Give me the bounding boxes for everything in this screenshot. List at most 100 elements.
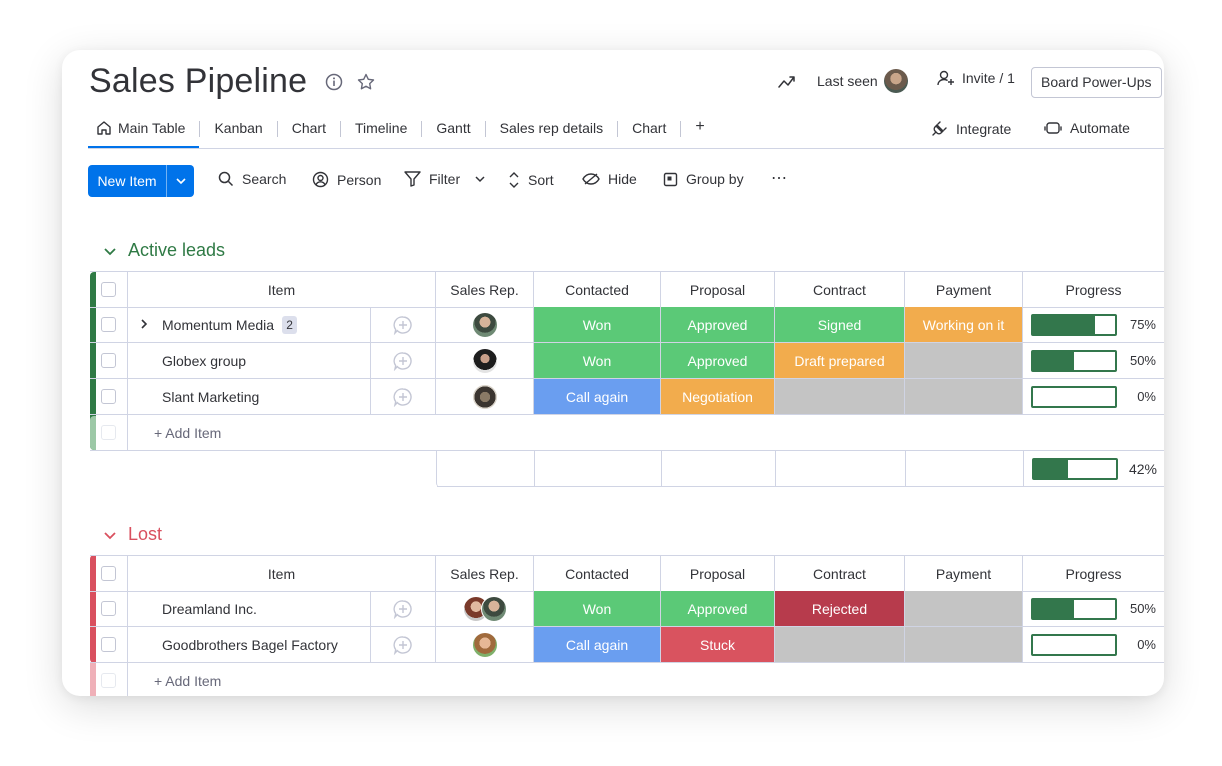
status-contract[interactable]: Draft prepared [775,343,905,379]
tab-kanban[interactable]: Kanban [200,114,276,148]
table-row[interactable]: Momentum Media 2 Won Approved Signed Wor… [90,307,1164,343]
row-select-cell[interactable] [90,627,128,663]
automate-button[interactable]: Automate [1044,120,1130,136]
group-lost-title[interactable]: Lost [102,524,162,545]
col-contract[interactable]: Contract [775,272,905,308]
tab-gantt[interactable]: Gantt [422,114,484,148]
sales-rep-cell[interactable] [436,591,534,627]
sales-rep-cell[interactable] [436,627,534,663]
item-cell[interactable]: Momentum Media 2 [128,307,370,343]
row-checkbox[interactable] [101,317,116,332]
filter-button[interactable]: Filter [404,171,486,187]
add-item-row[interactable]: + Add Item [90,415,1164,451]
info-icon[interactable] [324,72,344,92]
last-seen[interactable]: Last seen [817,69,908,93]
group-active-leads-title[interactable]: Active leads [102,240,225,261]
tab-chart-2[interactable]: Chart [618,114,680,148]
activity-icon[interactable] [778,75,796,89]
subitems-count-badge[interactable]: 2 [282,315,298,334]
col-proposal[interactable]: Proposal [661,272,775,308]
item-cell[interactable]: Goodbrothers Bagel Factory [128,627,370,663]
status-contacted[interactable]: Won [534,307,661,343]
status-payment[interactable] [905,379,1023,415]
status-proposal[interactable]: Negotiation [661,379,775,415]
add-item-input[interactable]: + Add Item [128,415,1164,451]
col-contacted[interactable]: Contacted [534,272,661,308]
row-checkbox[interactable] [101,601,116,616]
status-contacted[interactable]: Call again [534,379,661,415]
new-item-button[interactable]: New Item [88,165,194,197]
table-row[interactable]: Slant Marketing Call again Negotiation 0… [90,379,1164,415]
status-contract[interactable] [775,379,905,415]
tab-chart[interactable]: Chart [278,114,340,148]
col-sales-rep[interactable]: Sales Rep. [436,272,534,308]
chevron-right-icon[interactable] [139,318,149,330]
status-payment[interactable] [905,591,1023,627]
integrate-button[interactable]: Integrate [930,120,1011,138]
row-select-cell[interactable] [90,307,128,343]
star-icon[interactable] [356,72,376,92]
sort-button[interactable]: Sort [508,171,554,189]
status-contract[interactable]: Rejected [775,591,905,627]
invite-button[interactable]: Invite / 1 [936,69,1015,87]
add-item-input[interactable]: + Add Item [128,663,1164,696]
col-progress[interactable]: Progress [1023,272,1164,308]
add-view-button[interactable]: + [681,114,718,148]
select-all-cell[interactable] [90,556,128,592]
item-cell[interactable]: Globex group [128,343,370,379]
chevron-down-icon[interactable] [474,175,486,183]
hide-button[interactable]: Hide [582,171,637,187]
row-select-cell[interactable] [90,343,128,379]
status-contacted[interactable]: Call again [534,627,661,663]
add-update-cell[interactable] [370,379,436,415]
search-button[interactable]: Search [218,171,286,187]
add-update-cell[interactable] [370,591,436,627]
status-contacted[interactable]: Won [534,591,661,627]
status-proposal[interactable]: Approved [661,343,775,379]
col-contacted[interactable]: Contacted [534,556,661,592]
tab-main-table[interactable]: Main Table [88,114,200,148]
more-options-button[interactable]: ⋯ [771,168,788,188]
row-checkbox[interactable] [101,389,116,404]
sales-rep-cell[interactable] [436,379,534,415]
group-by-button[interactable]: Group by [663,171,744,187]
table-row[interactable]: Globex group Won Approved Draft prepared… [90,343,1164,379]
status-payment[interactable] [905,627,1023,663]
row-select-cell[interactable] [90,591,128,627]
row-checkbox[interactable] [101,353,116,368]
col-item[interactable]: Item [128,556,436,592]
col-sales-rep[interactable]: Sales Rep. [436,556,534,592]
status-proposal[interactable]: Approved [661,307,775,343]
status-contract[interactable]: Signed [775,307,905,343]
col-item[interactable]: Item [128,272,436,308]
add-update-cell[interactable] [370,627,436,663]
chevron-down-icon[interactable] [102,527,118,543]
item-cell[interactable]: Dreamland Inc. [128,591,370,627]
col-payment[interactable]: Payment [905,556,1023,592]
add-update-cell[interactable] [370,307,436,343]
chevron-down-icon[interactable] [102,243,118,259]
status-payment[interactable] [905,343,1023,379]
add-item-row[interactable]: + Add Item [90,663,1164,696]
board-power-ups-button[interactable]: Board Power-Ups [1031,67,1162,98]
select-all-checkbox[interactable] [101,282,116,297]
select-all-cell[interactable] [90,272,128,308]
item-cell[interactable]: Slant Marketing [128,379,370,415]
row-select-cell[interactable] [90,379,128,415]
tab-sales-rep-details[interactable]: Sales rep details [486,114,618,148]
table-row[interactable]: Dreamland Inc. Won Approved Rejected 50% [90,591,1164,627]
status-contract[interactable] [775,627,905,663]
sales-rep-cell[interactable] [436,307,534,343]
row-checkbox[interactable] [101,637,116,652]
table-row[interactable]: Goodbrothers Bagel Factory Call again St… [90,627,1164,663]
person-filter-button[interactable]: Person [312,171,381,188]
sales-rep-cell[interactable] [436,343,534,379]
status-payment[interactable]: Working on it [905,307,1023,343]
add-update-cell[interactable] [370,343,436,379]
col-payment[interactable]: Payment [905,272,1023,308]
col-proposal[interactable]: Proposal [661,556,775,592]
new-item-dropdown[interactable] [167,165,194,197]
status-proposal[interactable]: Stuck [661,627,775,663]
status-proposal[interactable]: Approved [661,591,775,627]
tab-timeline[interactable]: Timeline [341,114,421,148]
